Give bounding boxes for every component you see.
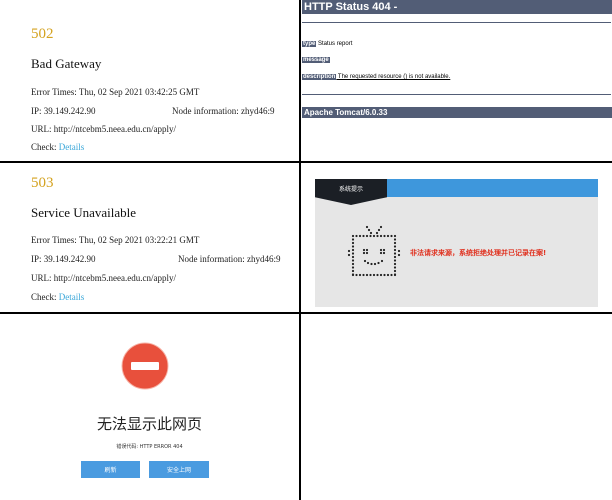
tomcat-message-key: message [302,57,330,63]
system-prompt-message: 非法请求来源，系统拒绝处理并已记录在案! [410,249,547,257]
error-title: Service Unavailable [31,205,137,220]
safe-browsing-button[interactable]: 安全上网 [149,461,209,478]
node-information: Node information: zhyd46:9 [178,254,281,264]
browser-error-panel: 无法显示此网页 错误代码: HTTP ERROR 404 刷新 安全上网 [0,314,299,500]
tomcat-message-row: message [302,56,330,65]
error-times: Error Times: Thu, 02 Sep 2021 03:22:21 G… [31,235,200,245]
error-times: Error Times: Thu, 02 Sep 2021 03:42:25 G… [31,87,200,97]
empty-panel [301,314,612,500]
tomcat-rule-top [302,22,611,23]
stop-icon [121,342,169,390]
error-title: Bad Gateway [31,56,102,71]
system-prompt-box: 系统提示 非法请求来源，系统拒绝处理并已记录在案! [315,179,598,307]
page-title: 无法显示此网页 [96,415,202,433]
tomcat-description-value: The requested resource () is not availab… [336,74,451,80]
details-link[interactable]: Details [59,292,85,302]
system-prompt-panel: 系统提示 非法请求来源，系统拒绝处理并已记录在案! [301,163,612,312]
error-code: 502 [31,26,54,42]
error-panel-502: 502 Bad Gateway Error Times: Thu, 02 Sep… [0,0,299,161]
client-ip: IP: 39.149.242.90 [31,106,96,116]
tomcat-title-bar: HTTP Status 404 - [302,0,612,14]
dotted-tv-icon [347,225,401,277]
tomcat-type-value: Status report [316,41,353,47]
check-line: Check: Details [31,292,84,302]
node-information: Node information: zhyd46:9 [172,106,275,116]
tomcat-description-row: description The requested resource () is… [302,73,450,82]
error-panel-503: 503 Service Unavailable Error Times: Thu… [0,163,299,312]
tomcat-type-key: type [302,41,317,47]
tomcat-rule-bottom [302,94,611,95]
refresh-button[interactable]: 刷新 [81,461,140,478]
request-url: URL: http://ntcebm5.neea.edu.cn/apply/ [31,124,176,134]
request-url: URL: http://ntcebm5.neea.edu.cn/apply/ [31,273,176,283]
error-code-text: 错误代码: HTTP ERROR 404 [116,444,183,450]
tomcat-description-key: description [302,74,337,80]
check-label: Check: [31,292,59,302]
check-line: Check: Details [31,142,84,152]
system-prompt-tab-label: 系统提示 [338,186,363,193]
check-label: Check: [31,142,59,152]
error-code: 503 [31,175,54,191]
tomcat-type-row: type Status report [302,40,352,49]
details-link[interactable]: Details [59,142,85,152]
tomcat-footer: Apache Tomcat/6.0.33 [302,107,612,118]
client-ip: IP: 39.149.242.90 [31,254,96,264]
tomcat-404-panel: HTTP Status 404 - type Status report mes… [301,0,612,161]
